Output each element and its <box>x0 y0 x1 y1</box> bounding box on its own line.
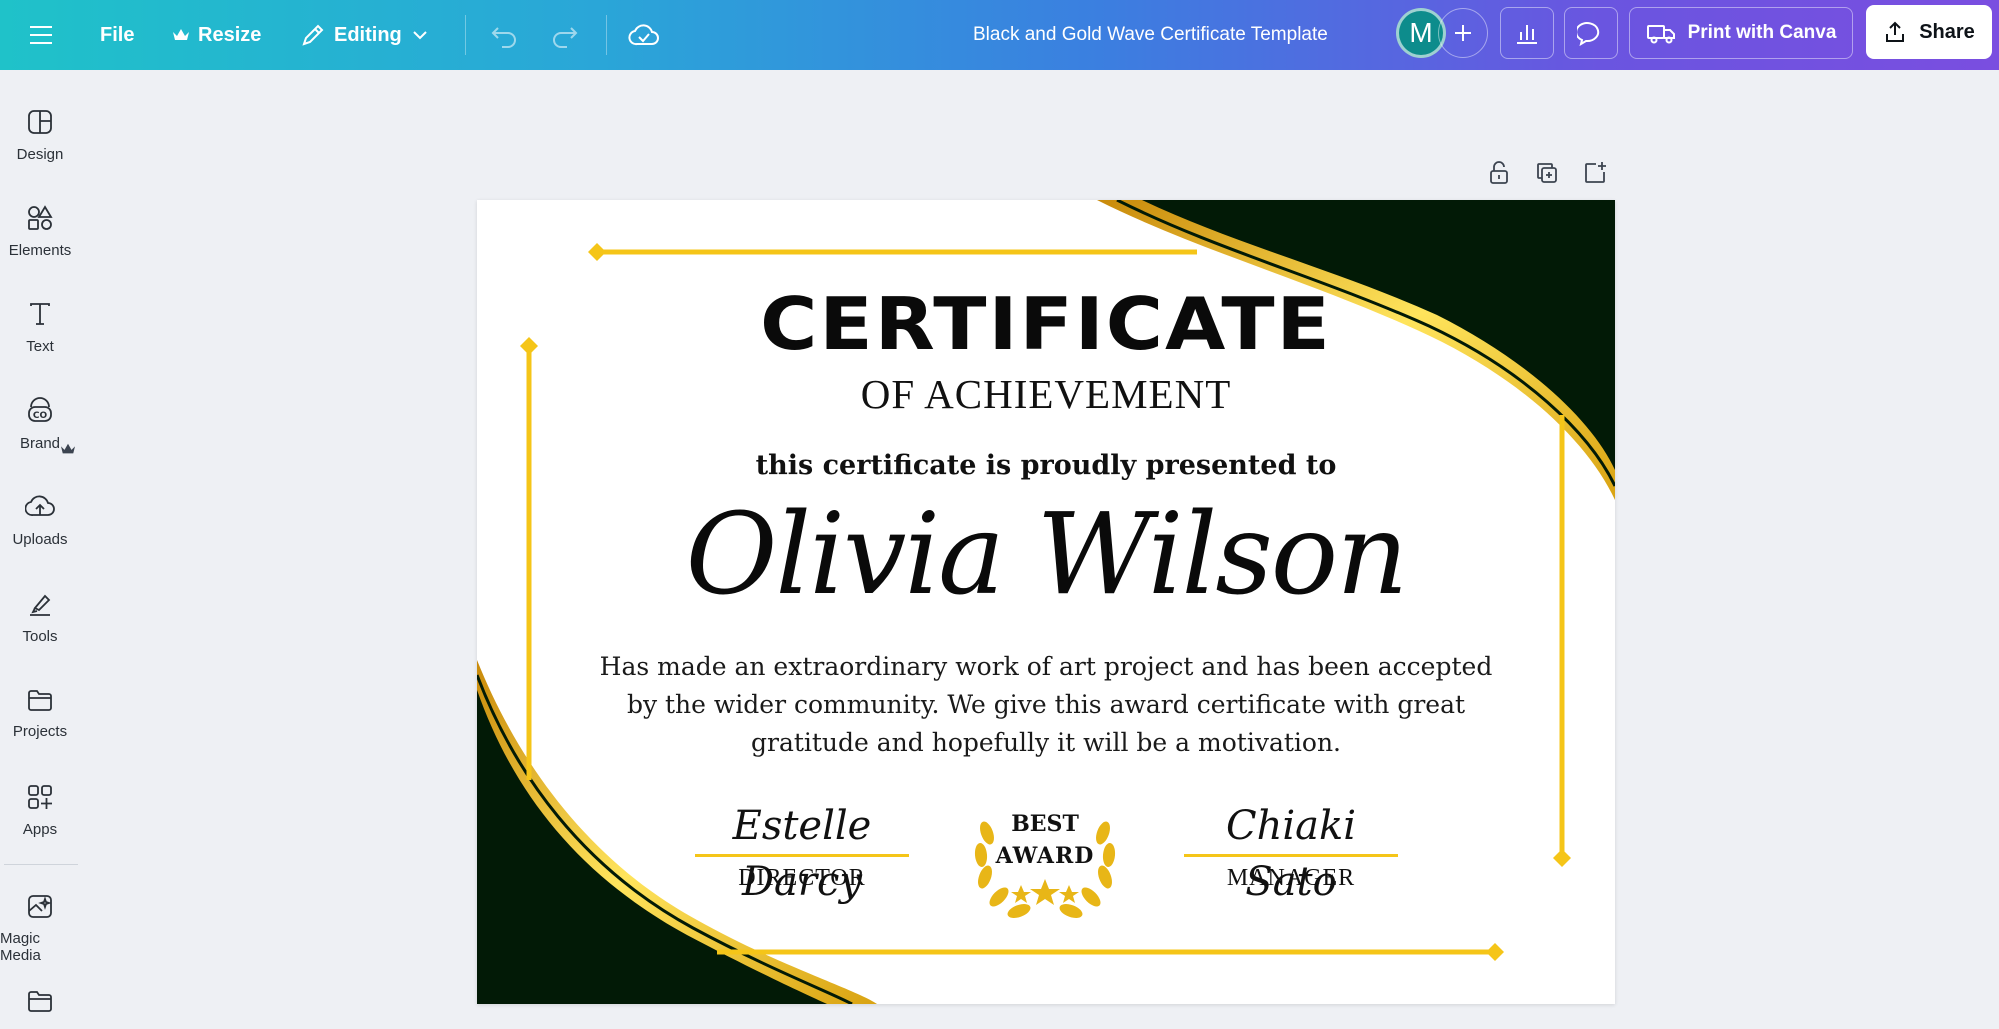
share-upload-icon <box>1886 21 1905 42</box>
sidebar-item-apps[interactable]: Apps <box>0 765 80 855</box>
certificate-page[interactable]: CERTIFICATE OF ACHIEVEMENT this certific… <box>477 200 1615 1004</box>
toolbar-divider <box>465 15 466 55</box>
undo-button[interactable] <box>490 0 518 70</box>
sidebar-item-design[interactable]: Design <box>0 90 80 180</box>
sidebar: Design Elements Text CO Brand Uploads To… <box>0 70 80 1029</box>
lock-icon[interactable] <box>1486 160 1512 186</box>
duplicate-page-icon[interactable] <box>1534 160 1560 186</box>
sidebar-item-projects[interactable]: Projects <box>0 668 80 758</box>
brand-icon: CO <box>28 396 52 422</box>
sidebar-item-tools[interactable]: Tools <box>0 572 80 662</box>
certificate-subtitle[interactable]: OF ACHIEVEMENT <box>477 370 1615 418</box>
design-icon <box>28 109 52 134</box>
pencil-icon <box>302 24 324 46</box>
text-icon <box>30 302 50 325</box>
uploads-icon <box>25 495 55 516</box>
recipient-name[interactable]: Olivia Wilson <box>477 490 1615 620</box>
top-bar: File Resize Editing Black and Gold Wave … <box>0 0 1999 70</box>
signer-right-role: MANAGER <box>1226 865 1356 891</box>
sidebar-item-label: Projects <box>12 722 68 740</box>
sidebar-item-label: Elements <box>8 241 72 259</box>
award-line-1: BEST <box>1011 811 1079 837</box>
print-label: Print with Canva <box>1687 22 1837 43</box>
certificate-body-text[interactable]: Has made an extraordinary work of art pr… <box>590 648 1502 762</box>
signature-block-left[interactable]: Estelle Darcy DIRECTOR <box>695 798 909 905</box>
signature-block-right[interactable]: Chiaki Sato MANAGER <box>1184 798 1398 905</box>
share-label: Share <box>1919 20 1975 43</box>
elements-icon <box>28 204 53 230</box>
page-tools <box>1486 160 1608 186</box>
sidebar-item-label: Text <box>26 337 54 355</box>
document-title[interactable]: Black and Gold Wave Certificate Template <box>973 0 1328 70</box>
sidebar-item-label: Tools <box>22 627 58 645</box>
undo-icon <box>491 27 516 48</box>
signature-left: Estelle Darcy <box>732 803 872 905</box>
sidebar-item-label: Brand <box>19 434 61 452</box>
file-label: File <box>100 23 135 46</box>
avatar-initial: M <box>1409 17 1433 48</box>
sidebar-divider <box>4 864 78 865</box>
editing-label: Editing <box>334 23 402 46</box>
hamburger-icon <box>30 26 52 44</box>
magic-media-icon <box>28 895 52 918</box>
apps-icon <box>28 784 52 809</box>
comment-icon <box>1577 22 1600 46</box>
presented-to-text[interactable]: this certificate is proudly presented to <box>477 450 1615 481</box>
sidebar-item-magic-media[interactable]: Magic Media <box>0 883 80 973</box>
crown-icon <box>173 29 189 40</box>
signature-right: Chiaki Sato <box>1225 803 1357 905</box>
main-menu-button[interactable] <box>28 0 54 70</box>
plus-icon <box>1455 25 1471 41</box>
cloud-save-button[interactable] <box>628 0 660 70</box>
redo-icon <box>553 27 578 48</box>
chevron-down-icon <box>413 31 427 40</box>
best-award-badge[interactable]: BEST AWARD <box>965 785 1125 925</box>
insights-button[interactable] <box>1500 7 1554 59</box>
resize-button[interactable]: Resize <box>172 0 261 70</box>
delivery-truck-icon <box>1646 25 1675 44</box>
sidebar-item-uploads[interactable]: Uploads <box>0 475 80 565</box>
toolbar-divider <box>606 15 607 55</box>
sidebar-item-label: Uploads <box>12 530 68 548</box>
bar-chart-icon <box>1517 25 1537 44</box>
sidebar-item-label: Magic Media <box>0 930 41 964</box>
folder-icon <box>28 689 52 711</box>
editing-mode-button[interactable]: Editing <box>300 0 430 70</box>
sidebar-item-brand[interactable]: CO Brand <box>0 379 80 469</box>
sidebar-item-folder[interactable] <box>0 988 80 1029</box>
file-menu-button[interactable]: File <box>100 0 134 70</box>
redo-button[interactable] <box>551 0 579 70</box>
resize-label: Resize <box>198 23 262 46</box>
cloud-check-icon <box>628 24 659 46</box>
signer-left-role: DIRECTOR <box>738 865 866 891</box>
document-title-text: Black and Gold Wave Certificate Template <box>973 24 1328 45</box>
comments-button[interactable] <box>1564 7 1618 59</box>
add-page-icon[interactable] <box>1582 160 1608 186</box>
tools-icon <box>30 594 51 616</box>
sidebar-item-text[interactable]: Text <box>0 282 80 372</box>
invite-button[interactable] <box>1438 8 1488 58</box>
folder-icon <box>28 991 52 1012</box>
share-button[interactable]: Share <box>1866 5 1992 59</box>
award-line-2: AWARD <box>995 843 1095 869</box>
sidebar-item-elements[interactable]: Elements <box>0 186 80 276</box>
svg-text:CO: CO <box>33 411 48 421</box>
certificate-title[interactable]: CERTIFICATE <box>477 284 1615 367</box>
sidebar-item-label: Design <box>16 145 64 163</box>
print-with-canva-button[interactable]: Print with Canva <box>1629 7 1853 59</box>
sidebar-item-label: Apps <box>22 820 58 838</box>
